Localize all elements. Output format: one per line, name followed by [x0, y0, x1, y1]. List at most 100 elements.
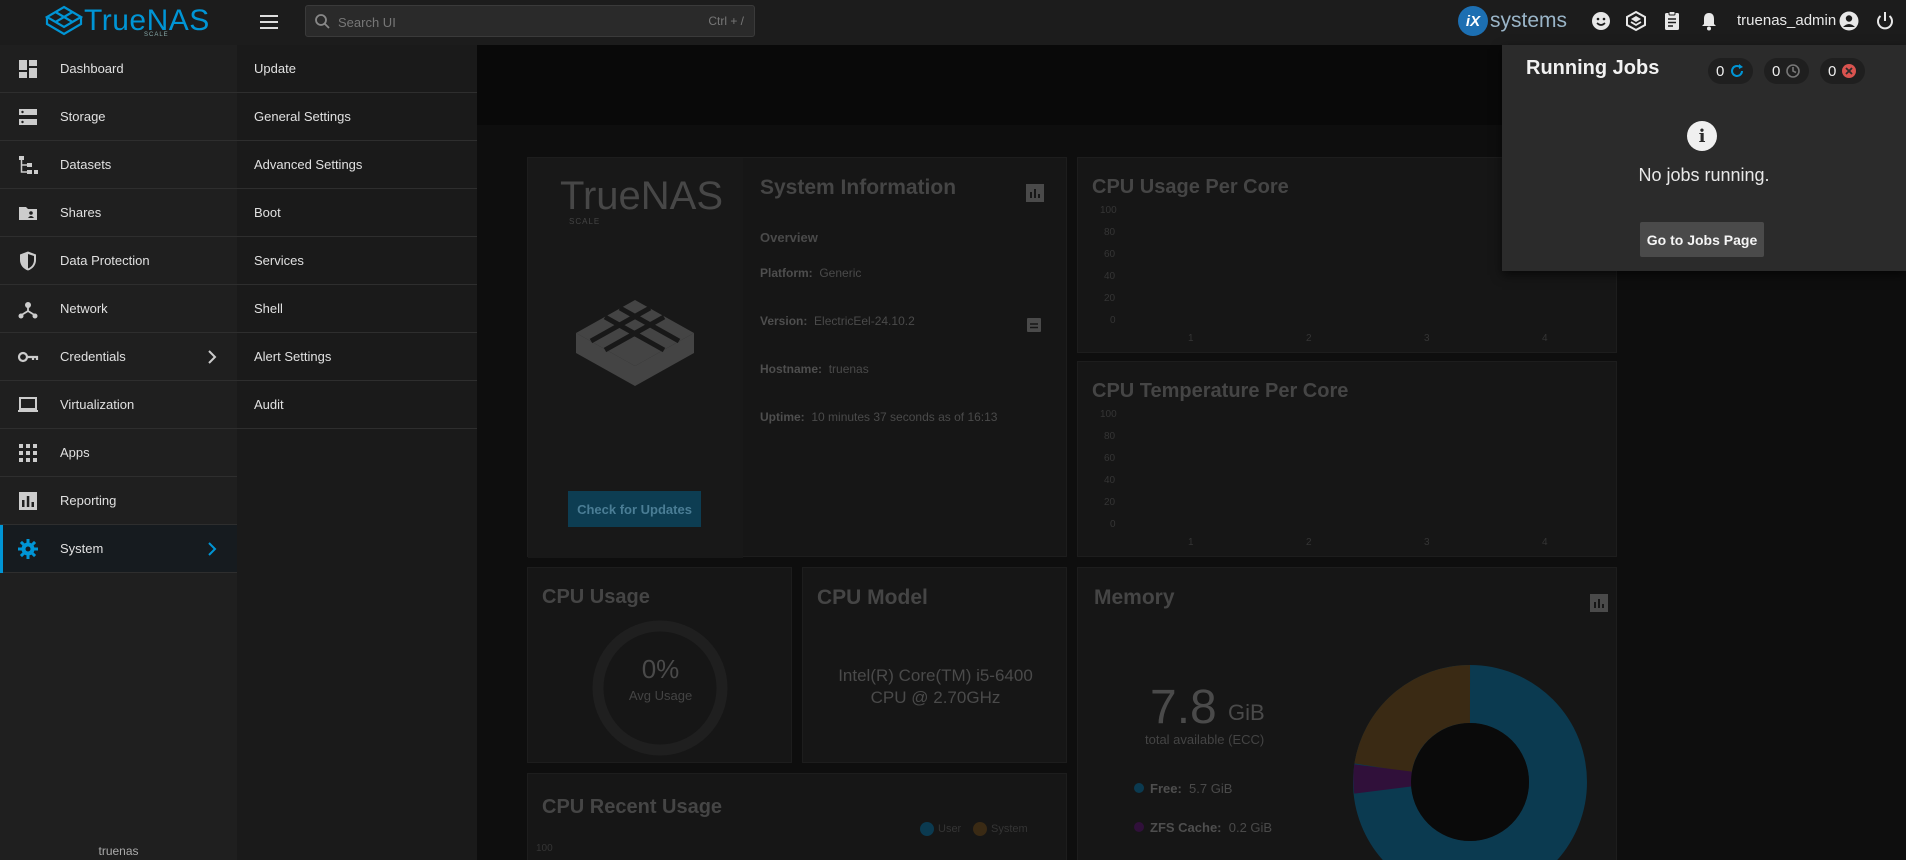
free-label: Free: — [1150, 781, 1182, 796]
sidebar-item-credentials[interactable]: Credentials — [0, 333, 237, 381]
memory-card: Memory 7.8 GiB total available (ECC) Fre… — [1077, 567, 1617, 860]
y-tick-label: 100 — [1100, 409, 1117, 420]
sysinfo-hostname-row: Hostname: truenas — [760, 362, 869, 376]
sidebar-item-data-protection[interactable]: Data Protection — [0, 237, 237, 285]
sidebar-item-reporting[interactable]: Reporting — [0, 477, 237, 525]
submenu-item-general-settings[interactable]: General Settings — [237, 93, 477, 141]
search-box[interactable]: Ctrl + / — [305, 5, 755, 37]
search-shortcut-hint: Ctrl + / — [708, 14, 744, 28]
memory-zfs-row: ZFS Cache: 0.2 GiB — [1134, 820, 1272, 835]
sidebar-item-datasets[interactable]: Datasets — [0, 141, 237, 189]
y-tick-label: 20 — [1104, 497, 1116, 508]
platform-value: Generic — [819, 266, 862, 280]
jobs-icon[interactable] — [1661, 10, 1683, 32]
truenas-server-icon — [576, 300, 694, 386]
account-icon[interactable] — [1838, 10, 1860, 32]
sidebar-item-dashboard[interactable]: Dashboard — [0, 45, 237, 93]
submenu-item-audit[interactable]: Audit — [237, 381, 477, 429]
cpu-usage-caption: Avg Usage — [628, 688, 693, 703]
sidebar-item-label: Network — [60, 301, 108, 316]
sidebar-item-label: Dashboard — [60, 61, 124, 76]
submenu-item-label: Update — [254, 61, 296, 76]
username[interactable]: truenas_admin — [1737, 12, 1836, 29]
logo-subtitle: SCALE — [144, 32, 169, 38]
uptime-value: 10 minutes 37 seconds as of 16:13 — [811, 410, 998, 424]
legend-dot-user — [920, 822, 934, 836]
submenu-item-shell[interactable]: Shell — [237, 285, 477, 333]
sidebar-item-storage[interactable]: Storage — [0, 93, 237, 141]
sysinfo-title: System Information — [760, 176, 957, 199]
power-icon[interactable] — [1874, 10, 1896, 32]
cpu-usage-percent: 0% — [641, 654, 680, 684]
info-icon: i — [1687, 121, 1717, 151]
submenu-item-label: Audit — [254, 397, 284, 412]
memory-total-caption: total available (ECC) — [1145, 732, 1265, 747]
sidebar-item-label: System — [60, 541, 104, 556]
cpu-temperature-per-core-title: CPU Temperature Per Core — [1092, 380, 1349, 402]
clipboard-icon[interactable] — [1027, 316, 1041, 332]
submenu-item-label: General Settings — [254, 109, 351, 124]
y-tick-label: 40 — [1104, 475, 1116, 486]
key-icon — [17, 351, 39, 363]
submenu-item-label: Boot — [254, 205, 281, 220]
hamburger-line — [260, 27, 278, 29]
bar-chart-icon[interactable] — [1590, 594, 1608, 612]
cpu-usage-title: CPU Usage — [542, 586, 650, 608]
ixsystems-logo[interactable]: iX systems — [1458, 6, 1567, 36]
y-tick-label: 60 — [1104, 249, 1116, 260]
running-jobs-title: Running Jobs — [1526, 57, 1660, 79]
x-tick-label: 1 — [1188, 333, 1194, 344]
waiting-jobs-counter[interactable]: 0 — [1764, 58, 1810, 84]
memory-total-unit: GiB — [1228, 700, 1265, 725]
sidebar-item-label: Datasets — [60, 157, 112, 172]
menu-toggle-button[interactable] — [256, 10, 282, 34]
cpu-temperature-per-core-card: CPU Temperature Per Core 100 80 60 40 20… — [1077, 361, 1617, 557]
cpu-model-title: CPU Model — [817, 586, 928, 609]
cpu-usage-card: CPU Usage 0% Avg Usage — [527, 567, 792, 763]
y-tick-label: 80 — [1104, 431, 1116, 442]
cpu-recent-usage-card: CPU Recent Usage User System 100 — [527, 773, 1067, 860]
x-tick-label: 2 — [1306, 537, 1312, 548]
cpu-usage-per-core-title: CPU Usage Per Core — [1092, 176, 1289, 198]
running-jobs-counter[interactable]: 0 — [1708, 58, 1754, 84]
y-tick-label: 100 — [1100, 205, 1117, 216]
y-tick-label: 20 — [1104, 293, 1116, 304]
hamburger-line — [260, 21, 278, 23]
sysinfo-logo-panel: TrueNAS SCALE Check for Updates — [528, 158, 743, 558]
feedback-icon[interactable] — [1590, 10, 1612, 32]
sidebar-item-shares[interactable]: Shares — [0, 189, 237, 237]
failed-jobs-counter[interactable]: 0 — [1820, 58, 1866, 84]
submenu-item-advanced-settings[interactable]: Advanced Settings — [237, 141, 477, 189]
legend-dot-system — [973, 822, 987, 836]
notifications-icon[interactable] — [1698, 10, 1720, 32]
hostname-label: Hostname: — [760, 362, 823, 376]
x-tick-label: 1 — [1188, 537, 1194, 548]
x-tick-label: 3 — [1424, 537, 1430, 548]
top-bar: TrueNAS SCALE Ctrl + / iX systems truena… — [0, 0, 1906, 45]
shares-icon — [19, 207, 37, 220]
bar-chart-icon[interactable] — [1026, 184, 1044, 202]
sidebar-item-system[interactable]: System — [0, 525, 237, 573]
system-information-card: TrueNAS SCALE Check for Updates System I… — [527, 157, 1067, 558]
sidebar-item-virtualization[interactable]: Virtualization — [0, 381, 237, 429]
sysinfo-platform-row: Platform: Generic — [760, 266, 861, 280]
submenu-item-services[interactable]: Services — [237, 237, 477, 285]
truenas-logo[interactable]: TrueNAS SCALE — [44, 4, 210, 38]
hamburger-icon — [260, 15, 278, 17]
truecommand-icon[interactable] — [1625, 10, 1647, 32]
search-input[interactable] — [336, 12, 636, 32]
network-icon — [18, 302, 38, 319]
sysinfo-uptime-row: Uptime: 10 minutes 37 seconds as of 16:1… — [760, 410, 997, 424]
hostname-value: truenas — [828, 362, 869, 376]
y-tick-label: 40 — [1104, 271, 1116, 282]
submenu-item-update[interactable]: Update — [237, 45, 477, 93]
submenu-item-boot[interactable]: Boot — [237, 189, 477, 237]
submenu-item-label: Alert Settings — [254, 349, 332, 364]
check-for-updates-button[interactable]: Check for Updates — [568, 491, 701, 527]
running-jobs-panel: Running Jobs 0 0 0 i No jobs running. Go… — [1502, 45, 1906, 271]
x-tick-label: 3 — [1424, 333, 1430, 344]
sidebar-item-network[interactable]: Network — [0, 285, 237, 333]
submenu-item-alert-settings[interactable]: Alert Settings — [237, 333, 477, 381]
sidebar-item-apps[interactable]: Apps — [0, 429, 237, 477]
go-to-jobs-page-button[interactable]: Go to Jobs Page — [1640, 222, 1764, 257]
